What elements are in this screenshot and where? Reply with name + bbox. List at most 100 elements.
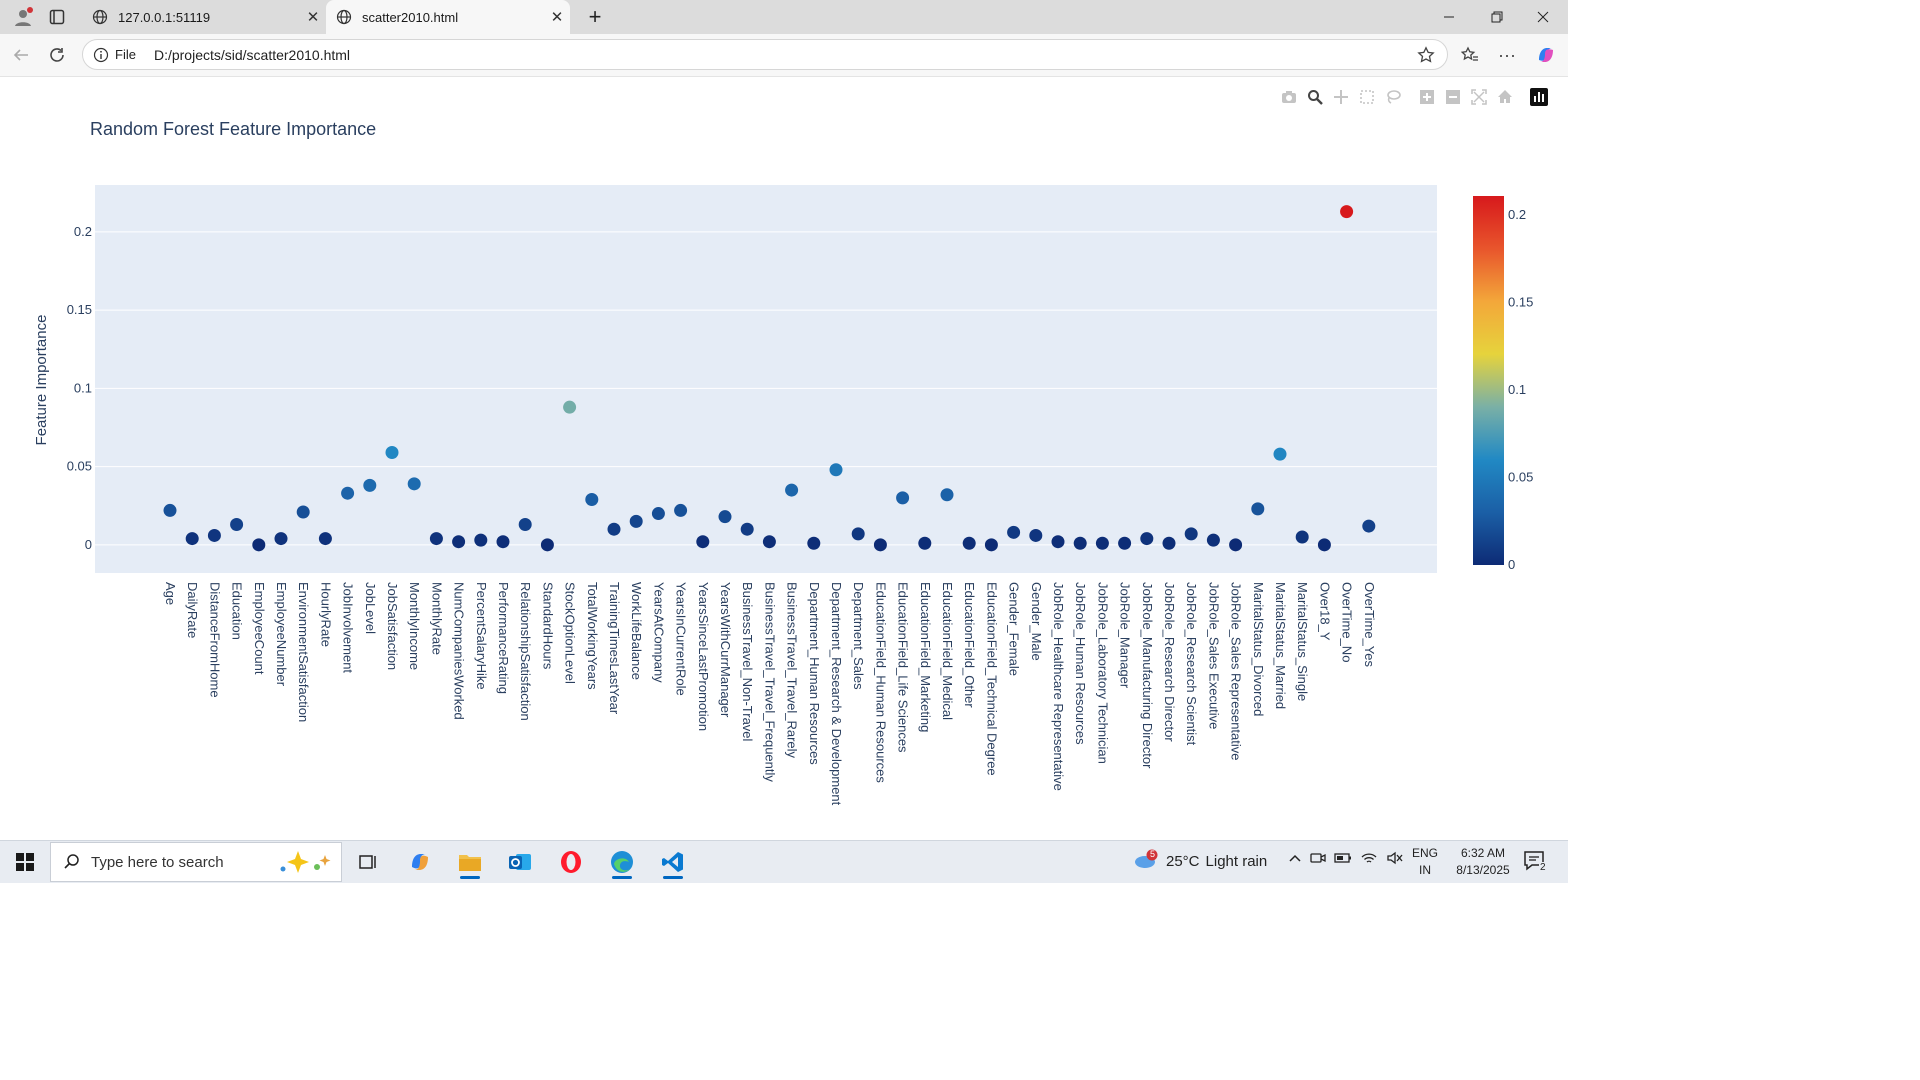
data-point[interactable] (984, 538, 998, 552)
data-point[interactable] (563, 400, 577, 414)
meet-now-icon[interactable] (1310, 851, 1326, 868)
data-point[interactable] (629, 514, 643, 528)
refresh-button[interactable] (42, 40, 72, 70)
tab-localhost[interactable]: 127.0.0.1:51119 ✕ (82, 0, 326, 34)
data-point[interactable] (1184, 527, 1198, 541)
data-point[interactable] (740, 522, 754, 536)
reset-axes-icon[interactable] (1495, 87, 1515, 107)
close-icon[interactable]: ✕ (544, 8, 570, 26)
data-point[interactable] (785, 483, 799, 497)
info-icon[interactable] (93, 47, 109, 63)
taskbar-search[interactable]: Type here to search (50, 842, 342, 882)
volume-muted-icon[interactable] (1386, 851, 1404, 868)
data-point[interactable] (363, 478, 377, 492)
chevron-up-icon[interactable] (1288, 851, 1302, 868)
outlook-icon[interactable] (500, 845, 540, 879)
data-point[interactable] (1273, 447, 1287, 461)
zoom-out-icon[interactable] (1443, 87, 1463, 107)
data-point[interactable] (163, 503, 177, 517)
data-point[interactable] (940, 488, 954, 502)
data-point[interactable] (1251, 502, 1265, 516)
data-point[interactable] (918, 536, 932, 550)
data-point[interactable] (1073, 536, 1087, 550)
restore-button[interactable] (1474, 0, 1520, 34)
data-point[interactable] (696, 535, 710, 549)
close-icon[interactable]: ✕ (300, 8, 326, 26)
data-point[interactable] (807, 536, 821, 550)
data-point[interactable] (496, 535, 510, 549)
data-point[interactable] (274, 532, 288, 546)
data-point[interactable] (429, 532, 443, 546)
data-point[interactable] (1051, 535, 1065, 549)
data-point[interactable] (1340, 205, 1354, 219)
data-point[interactable] (585, 492, 599, 506)
back-button[interactable] (6, 40, 36, 70)
clock[interactable]: 6:32 AM 8/13/2025 (1452, 845, 1514, 879)
data-point[interactable] (252, 538, 266, 552)
close-window-button[interactable] (1520, 0, 1566, 34)
data-point[interactable] (185, 532, 199, 546)
data-point[interactable] (518, 518, 532, 531)
data-point[interactable] (762, 535, 776, 549)
data-point[interactable] (230, 518, 244, 531)
copilot-icon[interactable] (1531, 40, 1561, 70)
camera-icon[interactable] (1279, 87, 1299, 107)
data-point[interactable] (718, 510, 732, 524)
file-explorer-icon[interactable] (450, 845, 490, 879)
data-point[interactable] (385, 446, 399, 460)
data-point[interactable] (540, 538, 554, 552)
address-bar[interactable]: File D:/projects/sid/scatter2010.html (82, 39, 1448, 70)
data-point[interactable] (962, 536, 976, 550)
data-point[interactable] (318, 532, 332, 546)
lasso-icon[interactable] (1383, 87, 1403, 107)
language-indicator[interactable]: ENG IN (1412, 845, 1438, 879)
data-point[interactable] (474, 533, 488, 547)
tab-actions-icon[interactable] (34, 0, 80, 34)
data-point[interactable] (1140, 532, 1154, 546)
data-point[interactable] (674, 503, 688, 517)
data-point[interactable] (651, 507, 665, 521)
favorites-button[interactable] (1455, 40, 1485, 70)
data-point[interactable] (1095, 536, 1109, 550)
new-tab-button[interactable]: + (572, 0, 618, 34)
data-point[interactable] (407, 477, 421, 491)
data-point[interactable] (1118, 536, 1132, 550)
opera-icon[interactable] (551, 845, 591, 879)
data-point[interactable] (1362, 519, 1376, 533)
plotly-logo-icon[interactable] (1529, 87, 1549, 107)
data-point[interactable] (851, 527, 865, 541)
data-point[interactable] (1007, 525, 1021, 539)
data-point[interactable] (296, 505, 310, 519)
minimize-button[interactable] (1426, 0, 1472, 34)
edge-icon[interactable] (602, 845, 642, 879)
data-point[interactable] (873, 538, 887, 552)
data-point[interactable] (1295, 530, 1309, 544)
vscode-icon[interactable] (653, 845, 693, 879)
more-menu-icon[interactable]: ··· (1492, 40, 1522, 70)
data-point[interactable] (1317, 538, 1331, 552)
zoom-in-icon[interactable] (1417, 87, 1437, 107)
data-point[interactable] (452, 535, 466, 549)
tab-scatter[interactable]: scatter2010.html ✕ (326, 0, 570, 34)
data-point[interactable] (1162, 536, 1176, 550)
notification-center-icon[interactable]: 2 (1522, 849, 1550, 875)
wifi-icon[interactable] (1360, 851, 1378, 868)
data-point[interactable] (1229, 538, 1243, 552)
task-view-icon[interactable] (348, 845, 388, 879)
data-point[interactable] (207, 528, 221, 542)
battery-icon[interactable] (1334, 851, 1352, 868)
data-point[interactable] (1206, 533, 1220, 547)
pan-icon[interactable] (1331, 87, 1351, 107)
autoscale-icon[interactable] (1469, 87, 1489, 107)
data-point[interactable] (341, 486, 355, 500)
box-select-icon[interactable] (1357, 87, 1377, 107)
data-point[interactable] (896, 491, 910, 505)
windows-start-icon[interactable] (16, 853, 34, 871)
data-point[interactable] (829, 463, 843, 477)
favorite-button[interactable] (1411, 40, 1441, 70)
data-point[interactable] (607, 522, 621, 536)
url-text[interactable]: D:/projects/sid/scatter2010.html (154, 47, 350, 63)
weather-widget[interactable]: 5 25°C Light rain (1132, 849, 1267, 873)
zoom-icon[interactable] (1305, 87, 1325, 107)
data-point[interactable] (1029, 528, 1043, 542)
